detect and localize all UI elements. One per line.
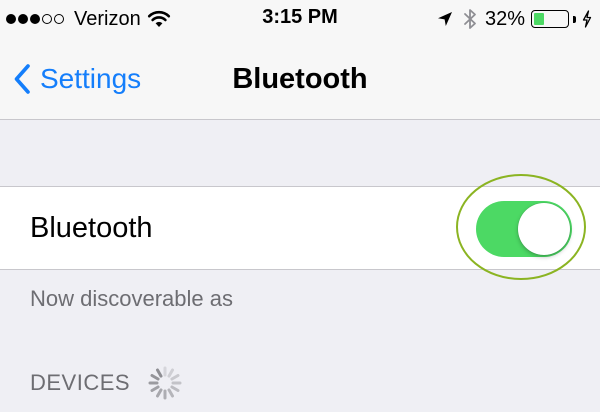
bluetooth-setting-row: Bluetooth [0,186,600,270]
spinner-tick [156,388,163,398]
cellular-signal-icon [6,14,66,24]
status-right: 32% [437,7,592,31]
signal-dot [18,14,28,24]
toggle-knob [518,203,570,255]
signal-dot [6,14,16,24]
battery-percent: 32% [484,7,525,30]
spinner-tick [150,385,160,392]
battery-level-fill [534,13,544,25]
signal-dot [54,14,64,24]
wifi-icon [147,10,171,28]
spinner-tick [170,385,180,392]
signal-dot [30,14,40,24]
chevron-left-icon [14,64,30,94]
back-button[interactable]: Settings [14,60,141,98]
spinner-tick [167,388,175,398]
battery-icon [531,10,569,28]
bluetooth-icon [463,8,477,30]
navigation-bar: Settings Bluetooth [0,38,600,120]
devices-header-label: DEVICES [30,370,131,395]
spinner-tick [167,368,175,378]
loading-spinner-icon [146,364,184,402]
status-time: 3:15 PM [262,6,338,28]
spinner-tick [156,368,163,378]
charging-bolt-icon [582,10,592,28]
signal-dot [42,14,52,24]
status-left: Verizon [6,8,171,30]
spinner-tick [150,374,160,381]
spinner-tick [170,374,180,381]
battery-nub [573,15,576,23]
back-button-label: Settings [40,63,142,94]
bluetooth-toggle[interactable] [476,201,572,257]
location-arrow-icon [437,11,453,27]
status-bar: Verizon 3:15 PM 32% [0,0,600,38]
devices-section-header: DEVICES [30,366,184,400]
carrier-name: Verizon [74,7,141,30]
bluetooth-row-label: Bluetooth [30,212,153,244]
discoverable-note: Now discoverable as [30,286,233,311]
